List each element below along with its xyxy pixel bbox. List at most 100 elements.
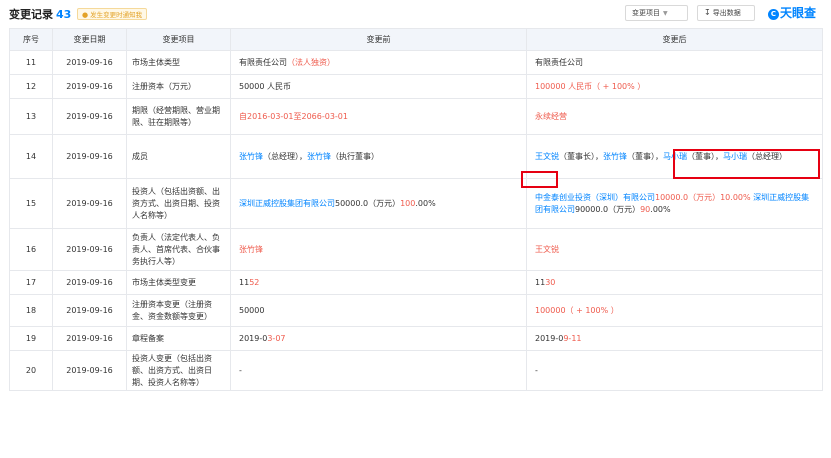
change-date: 2019-09-16 bbox=[52, 50, 127, 75]
col-header-date: 变更日期 bbox=[52, 28, 127, 51]
change-date: 2019-09-16 bbox=[52, 74, 127, 99]
row-number: 18 bbox=[9, 294, 53, 327]
change-item: 章程备案 bbox=[126, 326, 231, 351]
change-date: 2019-09-16 bbox=[52, 326, 127, 351]
change-text: 王文锐 bbox=[535, 244, 559, 254]
change-text: 50000 人民币 bbox=[239, 81, 291, 91]
table-row: 20 2019-09-16 投资人变更（包括出资额、出资方式、出资日期、投资人名称等… bbox=[9, 350, 823, 391]
change-text: 11 bbox=[239, 277, 250, 287]
notify-me-button[interactable]: ● 发生变更时通知我 bbox=[77, 8, 148, 20]
value-after: - bbox=[526, 350, 823, 391]
change-text: - bbox=[535, 365, 538, 375]
change-text: （董事）， bbox=[627, 151, 663, 161]
change-date: 2019-09-16 bbox=[52, 350, 127, 391]
filter-label: 变更项目 bbox=[632, 9, 660, 17]
change-text: （执行董事） bbox=[331, 151, 379, 161]
value-after: 100000（ + 100% ） bbox=[526, 294, 823, 327]
value-before: 1152 bbox=[230, 270, 527, 295]
row-number: 13 bbox=[9, 98, 53, 135]
entity-link[interactable]: 张竹锋 bbox=[239, 152, 263, 161]
title-text: 变更记录 bbox=[9, 8, 53, 21]
highlight-box-directors bbox=[673, 149, 820, 179]
table-row: 18 2019-09-16 注册资本变更（注册资金、资金数额等变更） 50000 100… bbox=[9, 294, 823, 327]
value-before: 张竹锋（总经理），张竹锋（执行董事） bbox=[230, 134, 527, 179]
col-header-after: 变更后 bbox=[526, 28, 823, 51]
change-item-filter-dropdown[interactable]: 变更项目 ▼ bbox=[625, 5, 688, 21]
change-text: 30 bbox=[545, 277, 556, 287]
change-text: （董事长）， bbox=[559, 151, 603, 161]
section-title: 变更记录 43 bbox=[9, 6, 71, 22]
entity-link[interactable]: 王文锐 bbox=[535, 152, 559, 161]
change-text: 11 bbox=[535, 277, 546, 287]
change-text: .00% bbox=[415, 198, 436, 208]
value-before: 2019-03-07 bbox=[230, 326, 527, 351]
change-item: 投资人（包括出资额、出资方式、出资日期、投资人名称等） bbox=[126, 178, 231, 229]
value-after: 中金泰创业投资（深圳）有限公司10000.0（万元）10.00% 深圳正威控股集… bbox=[526, 178, 823, 229]
value-after: 永续经营 bbox=[526, 98, 823, 135]
table-header-row: 序号 变更日期 变更项目 变更前 变更后 bbox=[9, 28, 823, 51]
value-before: 自2016-03-01至2066-03-01 bbox=[230, 98, 527, 135]
row-number: 19 bbox=[9, 326, 53, 351]
value-before: 张竹锋 bbox=[230, 228, 527, 271]
entity-link[interactable]: 张竹锋 bbox=[307, 152, 331, 161]
highlight-box-manager bbox=[521, 171, 558, 188]
change-date: 2019-09-16 bbox=[52, 294, 127, 327]
tianyancha-logo: C 天眼查 bbox=[768, 4, 816, 21]
row-number: 11 bbox=[9, 50, 53, 75]
change-text: - bbox=[239, 365, 242, 375]
change-item: 成员 bbox=[126, 134, 231, 179]
change-text: 100 bbox=[400, 198, 416, 208]
notify-label: 发生变更时通知我 bbox=[90, 11, 143, 19]
entity-link[interactable]: 深圳正威控股集团有限公司 bbox=[239, 199, 335, 208]
row-number: 12 bbox=[9, 74, 53, 99]
change-text: 50000.0（万元） bbox=[335, 198, 401, 208]
change-date: 2019-09-16 bbox=[52, 134, 127, 179]
change-item: 市场主体类型变更 bbox=[126, 270, 231, 295]
change-text: 10000.0（万元） bbox=[655, 192, 721, 202]
row-number: 20 bbox=[9, 350, 53, 391]
change-text: 永续经营 bbox=[535, 111, 567, 121]
change-text: 50000 bbox=[239, 305, 265, 315]
change-item: 注册资本（万元） bbox=[126, 74, 231, 99]
table-row: 16 2019-09-16 负责人（法定代表人、负责人、首席代表、合伙事务执行人等）… bbox=[9, 228, 823, 271]
record-count: 43 bbox=[56, 8, 72, 21]
logo-text: 天眼查 bbox=[780, 6, 817, 20]
change-item: 投资人变更（包括出资额、出资方式、出资日期、投资人名称等） bbox=[126, 350, 231, 391]
change-text: 10.00% bbox=[720, 192, 751, 202]
change-date: 2019-09-16 bbox=[52, 98, 127, 135]
table-row: 12 2019-09-16 注册资本（万元） 50000 人民币 100000 人民币（… bbox=[9, 74, 823, 99]
change-text: 90 bbox=[640, 204, 651, 214]
table-row: 11 2019-09-16 市场主体类型 有限责任公司（法人独资） 有限责任公司 bbox=[9, 50, 823, 75]
entity-link[interactable]: 张竹锋 bbox=[603, 152, 627, 161]
change-item: 市场主体类型 bbox=[126, 50, 231, 75]
value-before: 有限责任公司（法人独资） bbox=[230, 50, 527, 75]
table-row: 13 2019-09-16 期限（经营期限、营业期限、驻在期限等） 自2016-03-… bbox=[9, 98, 823, 135]
row-number: 15 bbox=[9, 178, 53, 229]
value-after: 100000 人民币（ + 100% ） bbox=[526, 74, 823, 99]
bell-icon: ● bbox=[82, 11, 89, 19]
export-data-button[interactable]: ↧ 导出数据 bbox=[697, 5, 755, 21]
col-header-no: 序号 bbox=[9, 28, 53, 51]
entity-link[interactable]: 中金泰创业投资（深圳）有限公司 bbox=[535, 193, 655, 202]
change-text: .00% bbox=[650, 204, 671, 214]
col-header-item: 变更项目 bbox=[126, 28, 231, 51]
export-label: 导出数据 bbox=[712, 9, 741, 17]
change-text: 张竹锋 bbox=[239, 244, 263, 254]
table-row: 19 2019-09-16 章程备案 2019-03-07 2019-09-11 bbox=[9, 326, 823, 351]
change-date: 2019-09-16 bbox=[52, 178, 127, 229]
change-text: 9-11 bbox=[563, 333, 582, 343]
value-before: 50000 人民币 bbox=[230, 74, 527, 99]
change-records-table: 序号 变更日期 变更项目 变更前 变更后 11 2019-09-16 市场主体类型有… bbox=[9, 28, 823, 391]
change-text: 自2016-03-01至2066-03-01 bbox=[239, 111, 348, 121]
change-text: 100000 人民币（ + 100% ） bbox=[535, 81, 646, 91]
logo-mark-icon: C bbox=[768, 9, 779, 20]
change-item: 期限（经营期限、营业期限、驻在期限等） bbox=[126, 98, 231, 135]
change-text: 2019-0 bbox=[535, 333, 564, 343]
value-after: 有限责任公司 bbox=[526, 50, 823, 75]
row-number: 16 bbox=[9, 228, 53, 271]
change-text: 有限责任公司 bbox=[239, 57, 287, 67]
change-text: 有限责任公司 bbox=[535, 57, 583, 67]
change-date: 2019-09-16 bbox=[52, 228, 127, 271]
change-item: 注册资本变更（注册资金、资金数额等变更） bbox=[126, 294, 231, 327]
change-text: 100000（ + 100% ） bbox=[535, 305, 619, 315]
